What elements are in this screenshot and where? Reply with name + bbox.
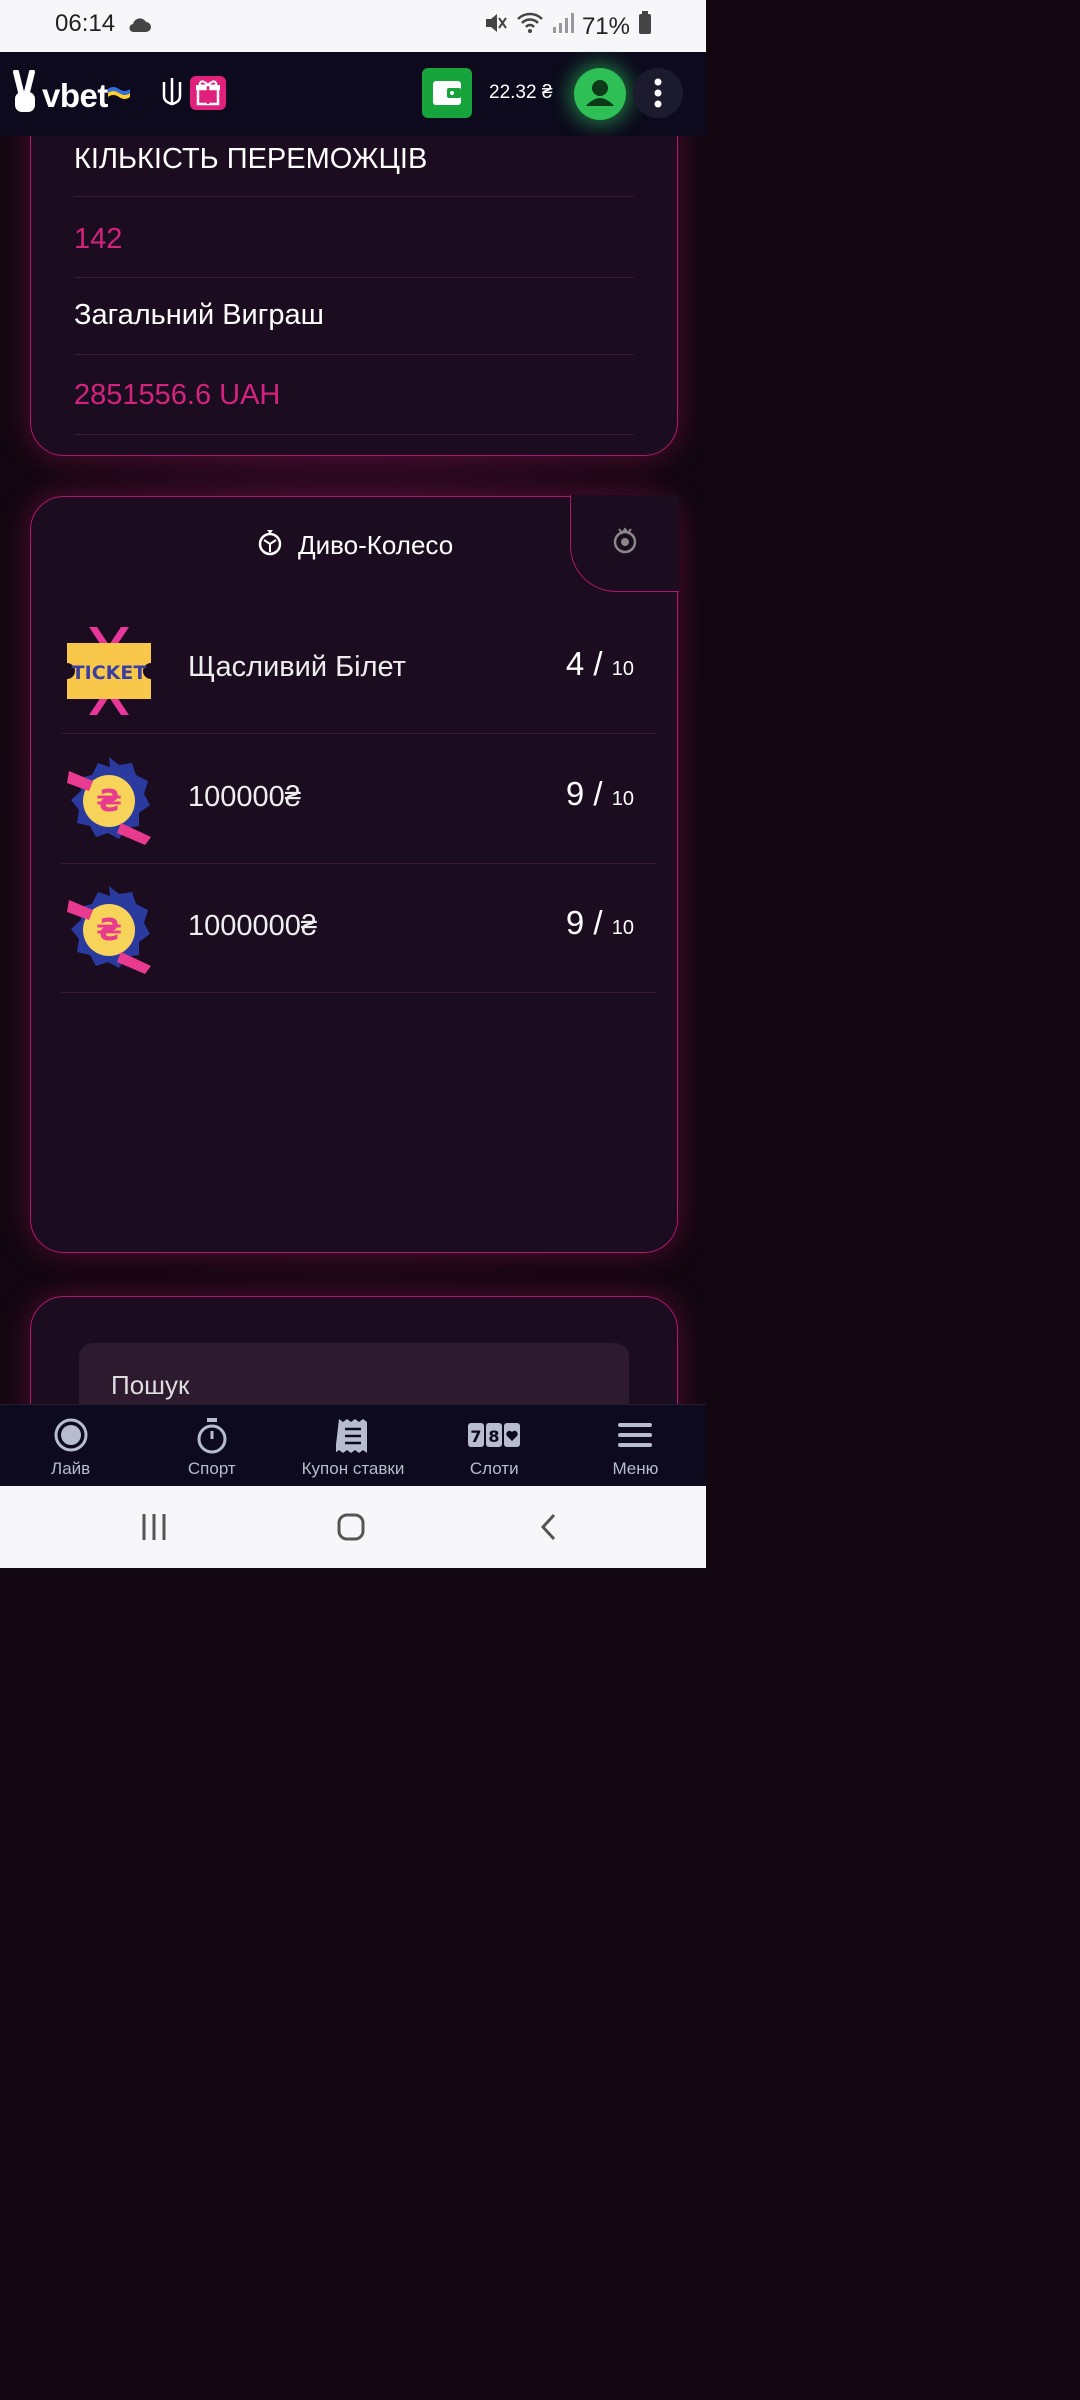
back-icon[interactable] (538, 1512, 560, 1547)
svg-text:8: 8 (489, 1427, 500, 1446)
prize-row: ₴ 100000₴ 9 / 10 (61, 735, 656, 864)
slots-icon: 78 (467, 1417, 521, 1458)
stopwatch-icon (194, 1417, 230, 1460)
mute-icon (482, 10, 508, 43)
cloud-icon (128, 16, 152, 39)
wallet-button[interactable] (422, 68, 472, 118)
divider (74, 196, 634, 197)
gift-icon[interactable] (190, 76, 226, 110)
svg-text:TICKET: TICKET (72, 662, 147, 684)
status-time: 06:14 (55, 10, 116, 37)
battery-icon (638, 11, 652, 42)
nav-label: Слоти (469, 1459, 519, 1478)
prize-current: 9 / (565, 775, 603, 812)
svg-text:₴: ₴ (96, 784, 122, 819)
system-nav-bar (0, 1486, 706, 1568)
search-input[interactable] (109, 1369, 593, 1402)
search-box[interactable] (79, 1343, 629, 1404)
recent-apps-icon[interactable] (140, 1512, 168, 1547)
victory-hand-icon (12, 69, 38, 121)
svg-text:7: 7 (471, 1427, 482, 1446)
winners-value: 142 (74, 223, 123, 255)
total-win-value: 2851556.6 UAH (74, 379, 281, 411)
nav-slots[interactable]: 78 Слоти (424, 1405, 565, 1487)
menu-icon (616, 1417, 654, 1458)
nav-sport[interactable]: Спорт (141, 1405, 282, 1487)
tab-wheel[interactable]: Диво-Колесо (256, 527, 453, 564)
vbet-logo[interactable]: vbet (12, 69, 130, 121)
prize-progress: 4 / 10 (566, 645, 634, 683)
prize-progress: 9 / 10 (566, 904, 634, 942)
ticket-icon: TICKET (61, 623, 157, 719)
search-card (30, 1296, 678, 1404)
balance-amount[interactable]: 22.32 ₴ (489, 82, 552, 104)
total-win-label: Загальний Виграш (74, 299, 324, 331)
hryvnia-badge-icon: ₴ (61, 753, 157, 849)
live-icon (53, 1417, 89, 1458)
battery-level: 71% (581, 12, 630, 40)
divider (74, 354, 634, 355)
profile-avatar-icon[interactable] (574, 68, 626, 120)
trident-icon (160, 76, 184, 115)
stats-card: КІЛЬКІСТЬ ПЕРЕМОЖЦІВ 142 Загальний Вигра… (30, 136, 678, 456)
wheel-crown-icon (611, 525, 639, 560)
nav-label: Лайв (51, 1459, 91, 1478)
prize-row: ₴ 1000000₴ 9 / 10 (61, 864, 656, 993)
prize-progress: 9 / 10 (566, 775, 634, 813)
prize-row: TICKET Щасливий Білет 4 / 10 (61, 605, 656, 734)
status-bar: 06:14 71% (0, 0, 706, 52)
prize-current: 9 / (565, 904, 603, 941)
prize-current: 4 / (565, 645, 603, 682)
divider (74, 277, 634, 278)
nav-label: Спорт (187, 1459, 236, 1478)
hryvnia-badge-icon: ₴ (61, 882, 157, 978)
prize-max: 10 (611, 658, 634, 680)
wheel-history-tab[interactable] (570, 495, 679, 592)
nav-menu[interactable]: Меню (565, 1405, 706, 1487)
nav-label: Купон ставки (301, 1459, 405, 1478)
wheel-title: Диво-Колесо (298, 530, 454, 560)
prize-name: 1000000₴ (188, 910, 318, 942)
bottom-nav: Лайв Спорт Купон ставки 78 Слоти Меню (0, 1404, 706, 1487)
brand-name: vbet (42, 76, 108, 114)
app-header: vbet 22.32 ₴ (0, 52, 706, 137)
winners-label: КІЛЬКІСТЬ ПЕРЕМОЖЦІВ (74, 143, 428, 175)
main-content[interactable]: КІЛЬКІСТЬ ПЕРЕМОЖЦІВ 142 Загальний Вигра… (0, 136, 706, 1404)
wifi-icon (516, 11, 544, 42)
wheel-icon (256, 527, 284, 564)
signal-icon (552, 12, 574, 41)
nav-live[interactable]: Лайв (0, 1405, 141, 1487)
prize-name: 100000₴ (188, 781, 301, 813)
prize-name: Щасливий Білет (188, 651, 406, 683)
wheel-card: Диво-Колесо TICKET Щасливий Білет 4 / 10… (30, 495, 679, 1253)
nav-label: Меню (612, 1459, 659, 1478)
divider (74, 434, 634, 435)
nav-coupon[interactable]: Купон ставки (282, 1405, 423, 1487)
more-options-icon[interactable] (633, 68, 683, 118)
svg-text:₴: ₴ (96, 913, 122, 948)
ukraine-flag-icon (107, 85, 130, 106)
coupon-icon (335, 1417, 370, 1460)
prize-max: 10 (611, 788, 634, 810)
prize-max: 10 (611, 917, 634, 939)
home-icon[interactable] (336, 1512, 366, 1547)
